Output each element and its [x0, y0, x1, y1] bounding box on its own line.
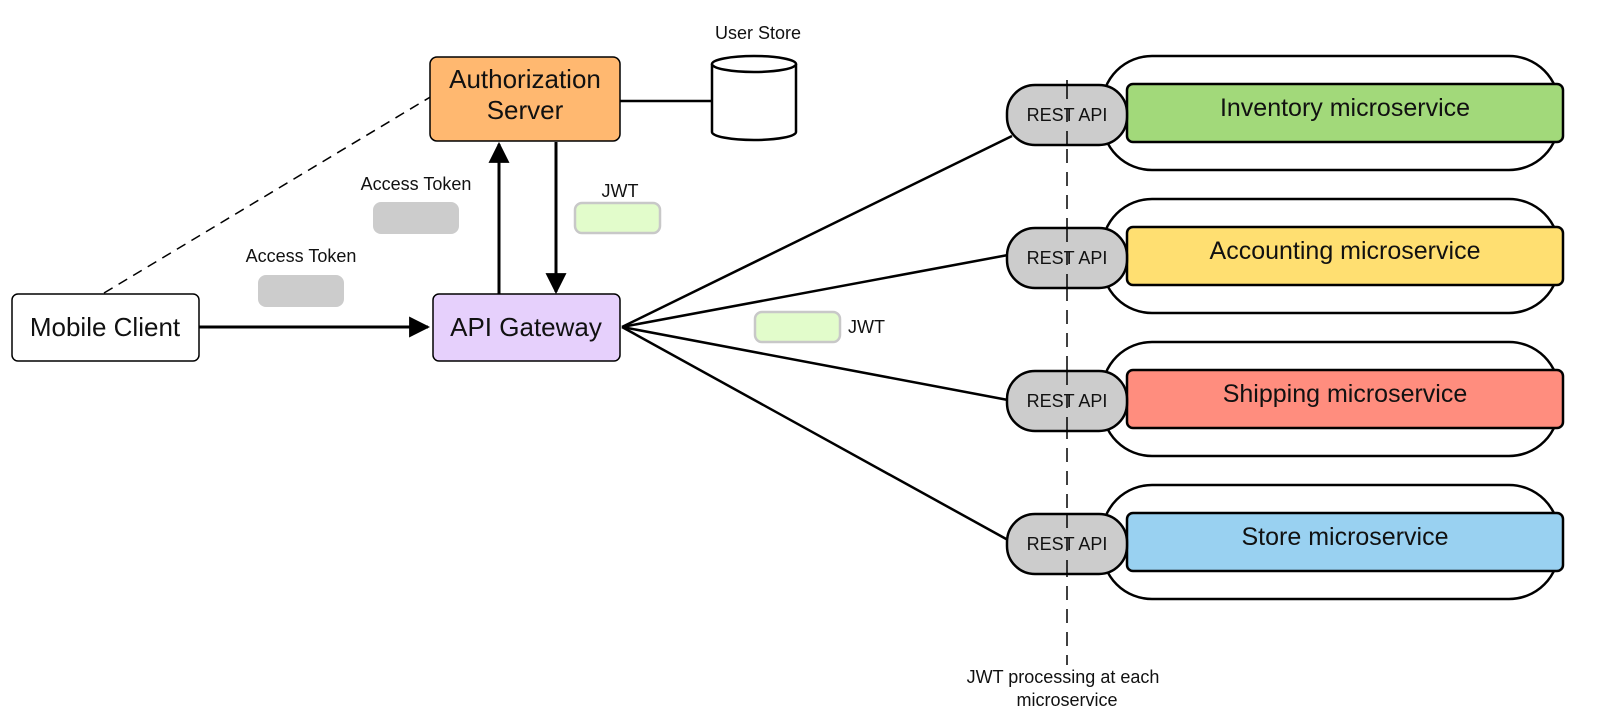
authorization-server-label-line2: Server — [487, 95, 564, 125]
microservice-row: Shipping microservice REST API — [1005, 340, 1565, 458]
access-token-2: Access Token — [246, 246, 357, 307]
authorization-server-node[interactable]: Authorization Server — [429, 56, 621, 142]
access-token-2-badge — [258, 275, 344, 307]
microservice-row: Inventory microservice REST API — [1005, 54, 1565, 172]
jwt-token-1: JWT — [573, 181, 662, 235]
rest-api-label: REST API — [1027, 391, 1108, 411]
rest-api-label: REST API — [1027, 534, 1108, 554]
database-icon-top — [710, 54, 798, 74]
architecture-diagram: Mobile Client API Gateway Authorization … — [11, 23, 1565, 710]
access-token-1-label: Access Token — [361, 174, 472, 194]
access-token-1-badge — [373, 202, 459, 234]
microservice-label: Store microservice — [1242, 523, 1449, 551]
jwt-token-2-badge — [753, 310, 842, 344]
rest-api-label: REST API — [1027, 248, 1108, 268]
jwt-token-1-label: JWT — [602, 181, 639, 201]
jwt-processing-annotation-line1: JWT processing at each — [967, 667, 1160, 687]
rest-api-label: REST API — [1027, 105, 1108, 125]
api-gateway-node[interactable]: API Gateway — [432, 293, 621, 362]
mobile-client-node[interactable]: Mobile Client — [11, 293, 200, 362]
microservice-label: Accounting microservice — [1210, 237, 1481, 265]
api-gateway-label: API Gateway — [450, 312, 602, 342]
mobile-client-label: Mobile Client — [30, 312, 181, 342]
authorization-server-label-line1: Authorization — [449, 64, 601, 94]
jwt-token-2: JWT — [753, 310, 885, 344]
microservices-group: Inventory microserviceREST APIAccounting… — [1005, 54, 1565, 601]
database-icon — [710, 64, 798, 142]
user-store-label: User Store — [715, 23, 801, 43]
microservice-label: Shipping microservice — [1223, 380, 1468, 408]
jwt-token-2-label: JWT — [848, 317, 885, 337]
microservice-row: Accounting microservice REST API — [1005, 197, 1565, 315]
microservice-row: Store microservice REST API — [1005, 483, 1565, 601]
connector-gateway-store — [621, 325, 1009, 542]
access-token-1: Access Token — [361, 174, 472, 234]
jwt-token-1-badge — [573, 201, 662, 235]
microservice-label: Inventory microservice — [1220, 94, 1470, 122]
connector-gateway-inventory — [621, 134, 1013, 329]
jwt-processing-annotation-line2: microservice — [1016, 690, 1117, 710]
access-token-2-label: Access Token — [246, 246, 357, 266]
user-store-database[interactable]: User Store — [710, 23, 801, 142]
